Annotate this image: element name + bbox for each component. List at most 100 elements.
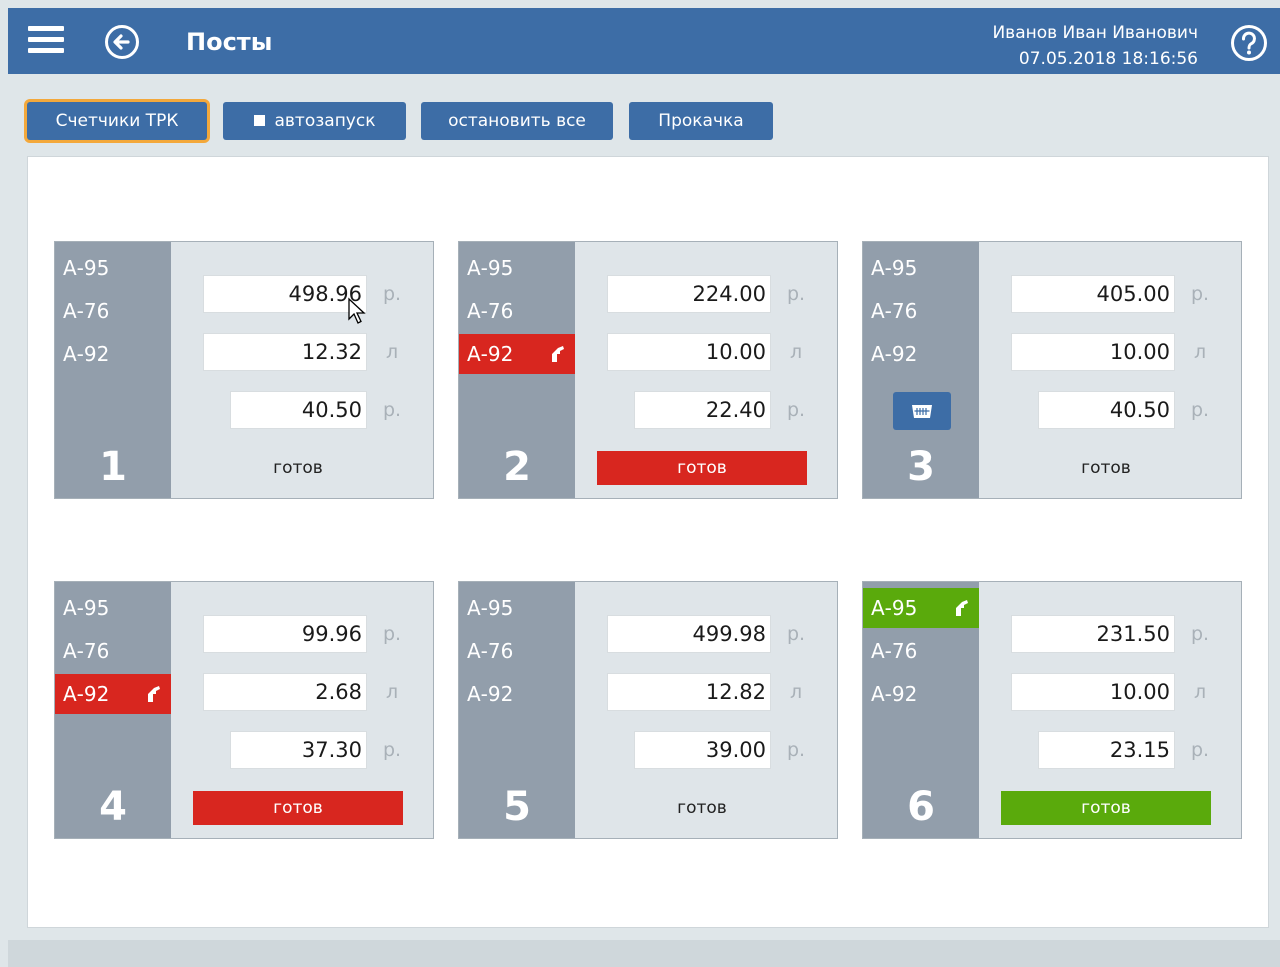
fuel-option-a95[interactable]: А-95 [55,588,171,628]
fuel-option-a95-active[interactable]: А-95 [863,588,979,628]
fuel-option-a76[interactable]: А-76 [55,291,171,331]
post-number: 2 [503,444,531,490]
fuel-option-a92[interactable]: А-92 [459,674,575,714]
liters-field[interactable]: 10.00 [607,333,771,371]
basket-button[interactable] [893,392,951,430]
currency-unit: р. [1191,283,1210,305]
status-label[interactable]: готов [597,451,807,485]
top-bar: Посты Иванов Иван Иванович 07.05.2018 18… [8,8,1280,74]
price-field[interactable]: 40.50 [1038,391,1175,429]
liters-unit: л [1194,681,1207,703]
current-datetime: 07.05.2018 18:16:56 [1018,49,1198,69]
amount-field[interactable]: 224.00 [607,275,771,313]
post-number: 3 [907,444,935,490]
fuel-option-a92[interactable]: А-92 [55,334,171,374]
price-field[interactable]: 22.40 [634,391,771,429]
liters-field[interactable]: 10.00 [1011,673,1175,711]
fuel-nozzle-icon [148,686,160,702]
fuel-selector: А-95 А-76 А-92 6 [863,582,979,838]
amount-field[interactable]: 499.98 [607,615,771,653]
status-label[interactable]: готов [597,791,807,825]
fuel-label: А-92 [467,342,514,366]
menu-icon[interactable] [28,26,64,56]
price-field[interactable]: 37.30 [230,731,367,769]
fuel-nozzle-icon [552,346,564,362]
liters-field[interactable]: 2.68 [203,673,367,711]
currency-unit: р. [383,623,402,645]
liters-field[interactable]: 12.32 [203,333,367,371]
price-field[interactable]: 39.00 [634,731,771,769]
fuel-nozzle-icon [956,600,968,616]
fuel-option-a95[interactable]: А-95 [863,248,979,288]
post-card: А-95 А-76 А-92 4 99.96 р. 2.68 л 37.30 р… [54,581,434,839]
post-card: А-95 А-76 А-92 1 498.96 р. 12.32 л 40.50… [54,241,434,499]
amount-field[interactable]: 99.96 [203,615,367,653]
fuel-option-a95[interactable]: А-95 [55,248,171,288]
status-label[interactable]: готов [193,451,403,485]
post-card: А-95 А-76 А-92 3 405.00 р. 10.00 л 40.50… [862,241,1242,499]
fuel-option-a95[interactable]: А-95 [459,248,575,288]
post-card: А-95 А-76 А-92 6 231.50 р. 10.00 л 23.15… [862,581,1242,839]
status-label[interactable]: готов [1001,791,1211,825]
user-name: Иванов Иван Иванович [992,23,1198,43]
fuel-option-a76[interactable]: А-76 [459,291,575,331]
post-number: 1 [99,444,127,490]
fuel-selector: А-95 А-76 А-92 2 [459,242,575,498]
liters-field[interactable]: 12.82 [607,673,771,711]
post-number: 5 [503,784,531,830]
mouse-pointer-icon [348,297,366,324]
currency-unit: р. [1191,739,1210,761]
post-card: А-95 А-76 А-92 2 224.00 р. 10.00 л 22.40… [458,241,838,499]
currency-unit: р. [787,623,806,645]
fuel-option-a76[interactable]: А-76 [863,631,979,671]
post-number: 4 [99,784,127,830]
back-arrow-icon[interactable] [104,24,140,60]
fuel-option-a92[interactable]: А-92 [863,674,979,714]
autostart-label: автозапуск [274,111,376,131]
autostart-checkbox[interactable] [253,115,265,126]
fuel-option-a76[interactable]: А-76 [55,631,171,671]
currency-unit: р. [383,739,402,761]
price-field[interactable]: 40.50 [230,391,367,429]
currency-unit: р. [787,283,806,305]
status-label[interactable]: готов [1001,451,1211,485]
currency-unit: р. [787,739,806,761]
autostart-toggle[interactable]: автозапуск [223,102,406,140]
fuel-option-a92[interactable]: А-92 [863,334,979,374]
fuel-option-a92-active[interactable]: А-92 [459,334,575,374]
user-info: Иванов Иван Иванович 07.05.2018 18:16:56 [992,20,1198,72]
fuel-selector: А-95 А-76 А-92 3 [863,242,979,498]
help-icon[interactable] [1230,24,1268,62]
counters-button[interactable]: Счетчики ТРК [27,102,207,140]
liters-unit: л [386,681,399,703]
fuel-selector: А-95 А-76 А-92 4 [55,582,171,838]
pumping-button[interactable]: Прокачка [629,102,773,140]
liters-field[interactable]: 10.00 [1011,333,1175,371]
liters-unit: л [790,341,803,363]
post-number: 6 [907,784,935,830]
liters-unit: л [386,341,399,363]
amount-field[interactable]: 405.00 [1011,275,1175,313]
page-title: Посты [186,28,273,56]
currency-unit: р. [383,283,402,305]
currency-unit: р. [1191,623,1210,645]
currency-unit: р. [1191,399,1210,421]
fuel-option-a76[interactable]: А-76 [459,631,575,671]
fuel-label: А-95 [871,596,918,620]
basket-icon [912,405,932,418]
stop-all-button[interactable]: остановить все [421,102,613,140]
fuel-option-a92-active[interactable]: А-92 [55,674,171,714]
status-label[interactable]: готов [193,791,403,825]
price-field[interactable]: 23.15 [1038,731,1175,769]
fuel-selector: А-95 А-76 А-92 1 [55,242,171,498]
fuel-option-a95[interactable]: А-95 [459,588,575,628]
amount-field[interactable]: 498.96 [203,275,367,313]
fuel-option-a76[interactable]: А-76 [863,291,979,331]
amount-field[interactable]: 231.50 [1011,615,1175,653]
bottom-bar [8,940,1280,967]
post-card: А-95 А-76 А-92 5 499.98 р. 12.82 л 39.00… [458,581,838,839]
liters-unit: л [790,681,803,703]
fuel-label: А-92 [63,682,110,706]
fuel-selector: А-95 А-76 А-92 5 [459,582,575,838]
currency-unit: р. [787,399,806,421]
